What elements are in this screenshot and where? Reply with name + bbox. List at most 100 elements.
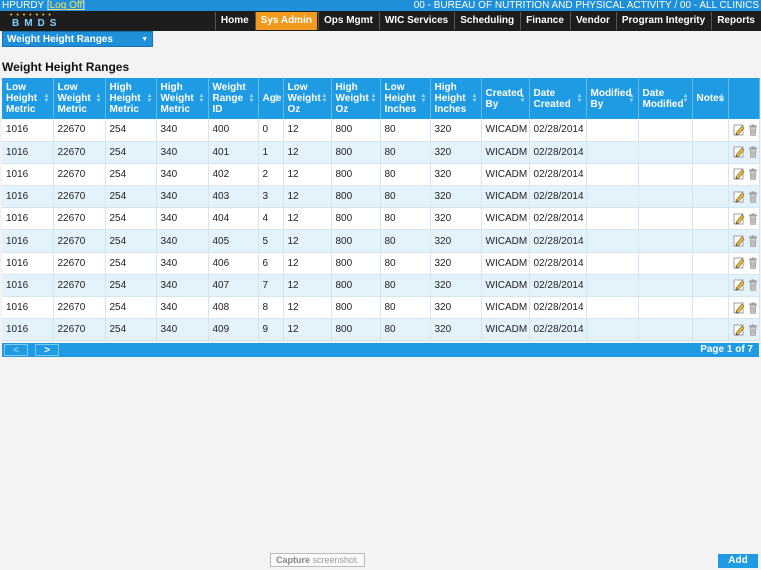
pencil-icon[interactable] — [733, 213, 745, 225]
trash-icon[interactable] — [747, 324, 759, 336]
pencil-icon[interactable] — [733, 257, 745, 269]
table-cell: 340 — [156, 296, 209, 320]
table-cell — [638, 207, 693, 231]
pencil-icon[interactable] — [733, 168, 745, 180]
column-header[interactable]: Age ▲ ▼ — [258, 78, 284, 119]
table-cell — [692, 274, 729, 298]
trash-icon[interactable] — [747, 302, 759, 314]
table-row[interactable]: 1016 22670 254 340 407 7 12 800 80 320 WICADM 02/28… — [2, 274, 760, 298]
sort-arrows-icon: ▲ ▼ — [519, 92, 526, 104]
column-header-label: Weight Range ID — [212, 82, 246, 115]
username: HPURDY — [2, 0, 45, 11]
user-info: HPURDY [Log Off] — [2, 0, 86, 11]
table-row[interactable]: 1016 22670 254 340 409 9 12 800 80 320 WICADM 02/28… — [2, 318, 760, 342]
column-header[interactable]: Weight Range ID ▲ ▼ — [208, 78, 259, 119]
trash-icon[interactable] — [747, 257, 759, 270]
trash-icon[interactable] — [747, 191, 759, 203]
column-header[interactable]: Low Weight Metric ▲ ▼ — [53, 78, 106, 119]
pencil-icon[interactable] — [733, 146, 745, 158]
table-cell: 7 — [258, 274, 284, 298]
table-cell: 340 — [156, 229, 209, 253]
nav-item-vendor[interactable]: Vendor — [569, 12, 615, 30]
page-selector-dropdown[interactable]: Weight Height Ranges ▼ — [2, 31, 153, 47]
page-title: Weight Height Ranges — [2, 60, 130, 74]
column-header[interactable]: High Height Inches ▲ ▼ — [430, 78, 482, 119]
table-cell: 9 — [258, 318, 284, 342]
table-row[interactable]: 1016 22670 254 340 408 8 12 800 80 320 WICADM 02/28… — [2, 296, 760, 320]
table-row[interactable]: 1016 22670 254 340 406 6 12 800 80 320 WICADM 02/28… — [2, 252, 760, 275]
column-header[interactable]: Modified By ▲ ▼ — [586, 78, 639, 119]
trash-icon[interactable] — [747, 146, 759, 159]
sort-arrows-icon: ▲ ▼ — [146, 92, 153, 104]
table-row[interactable]: 1016 22670 254 340 403 3 12 800 80 320 WICADM 02/28… — [2, 185, 760, 209]
trash-icon[interactable] — [747, 279, 759, 292]
nav-item-scheduling[interactable]: Scheduling — [454, 12, 520, 30]
table-cell — [638, 141, 693, 164]
column-header-label: High Weight Metric — [160, 82, 194, 115]
table-row[interactable]: 1016 22670 254 340 400 0 12 800 80 320 WICADM 02/28… — [2, 119, 760, 142]
table-cell: 4 — [258, 207, 284, 231]
nav-item-sys-admin[interactable]: Sys Admin — [254, 12, 317, 30]
sort-arrows-icon: ▲ ▼ — [576, 92, 583, 104]
column-header[interactable]: Date Created ▲ ▼ — [529, 78, 587, 119]
table-cell: 800 — [331, 274, 381, 298]
column-header[interactable]: High Weight Oz ▲ ▼ — [331, 78, 381, 119]
previous-page-button[interactable]: < — [4, 344, 28, 356]
table-row[interactable]: 1016 22670 254 340 405 5 12 800 80 320 WICADM 02/28… — [2, 229, 760, 253]
table-cell: 254 — [105, 141, 157, 164]
table-cell — [692, 185, 729, 209]
table-cell: 1016 — [2, 318, 54, 342]
pencil-icon[interactable] — [733, 279, 745, 291]
nav-item-wic-services[interactable]: WIC Services — [378, 12, 454, 30]
pencil-icon[interactable] — [733, 324, 745, 336]
pencil-icon[interactable] — [733, 302, 745, 314]
table-row[interactable]: 1016 22670 254 340 404 4 12 800 80 320 WICADM 02/28… — [2, 207, 760, 231]
table-cell: 22670 — [53, 229, 106, 253]
trash-icon[interactable] — [747, 168, 759, 181]
next-page-button[interactable]: > — [35, 344, 59, 356]
table-cell — [638, 252, 693, 275]
pencil-icon[interactable] — [733, 124, 745, 136]
nav-item-program-integrity[interactable]: Program Integrity — [615, 12, 711, 30]
sort-arrows-icon: ▲ ▼ — [321, 92, 328, 104]
table-cell: 400 — [208, 119, 259, 142]
nav-item-ops-mgmt[interactable]: Ops Mgmt — [317, 12, 378, 30]
column-header-label: Date Modified — [642, 87, 684, 110]
column-header[interactable]: Notes ▲ ▼ — [692, 78, 729, 119]
sort-arrows-icon: ▲ ▼ — [248, 92, 255, 104]
column-header[interactable]: High Height Metric ▲ ▼ — [105, 78, 157, 119]
weight-height-ranges-grid: Low Height Metric ▲ ▼ Low Weight Metric ▲ ▼ Hi… — [2, 78, 760, 342]
nav-item-reports[interactable]: Reports — [711, 12, 760, 30]
column-header[interactable]: Date Modified ▲ ▼ — [638, 78, 693, 119]
trash-icon[interactable] — [747, 235, 759, 247]
table-cell: 1016 — [2, 252, 54, 275]
column-header[interactable]: Low Weight Oz ▲ ▼ — [283, 78, 332, 119]
table-cell: 02/28/2014 — [529, 163, 587, 187]
app-logo[interactable]: • • • • • • • BMDS — [4, 12, 82, 30]
nav-item-home[interactable]: Home — [214, 12, 254, 30]
column-header[interactable]: Created By ▲ ▼ — [481, 78, 530, 119]
table-cell: 12 — [283, 229, 332, 253]
trash-icon[interactable] — [747, 213, 759, 225]
table-cell: 80 — [380, 252, 431, 275]
sort-arrows-icon: ▲ ▼ — [198, 92, 205, 104]
trash-icon[interactable] — [747, 124, 759, 136]
pencil-icon[interactable] — [733, 235, 745, 247]
column-header[interactable]: Low Height Metric ▲ ▼ — [2, 78, 54, 119]
table-cell: WICADM — [481, 185, 530, 209]
main-navbar: • • • • • • • BMDS Home Sys Admin Ops Mgmt… — [0, 11, 761, 31]
column-header[interactable]: High Weight Metric ▲ ▼ — [156, 78, 209, 119]
table-cell: 800 — [331, 296, 381, 320]
table-row[interactable]: 1016 22670 254 340 402 2 12 800 80 320 WICADM 02/28… — [2, 163, 760, 187]
table-cell: 340 — [156, 185, 209, 209]
column-header[interactable]: Low Height Inches ▲ ▼ — [380, 78, 431, 119]
table-cell: 405 — [208, 229, 259, 253]
add-button[interactable]: Add — [718, 554, 758, 568]
table-cell: 320 — [430, 163, 482, 187]
nav-item-finance[interactable]: Finance — [520, 12, 569, 30]
row-actions — [728, 141, 760, 164]
pencil-icon[interactable] — [733, 191, 745, 203]
table-row[interactable]: 1016 22670 254 340 401 1 12 800 80 320 WICADM 02/28… — [2, 141, 760, 164]
table-cell: WICADM — [481, 229, 530, 253]
logoff-link[interactable]: Log Off — [50, 0, 83, 11]
